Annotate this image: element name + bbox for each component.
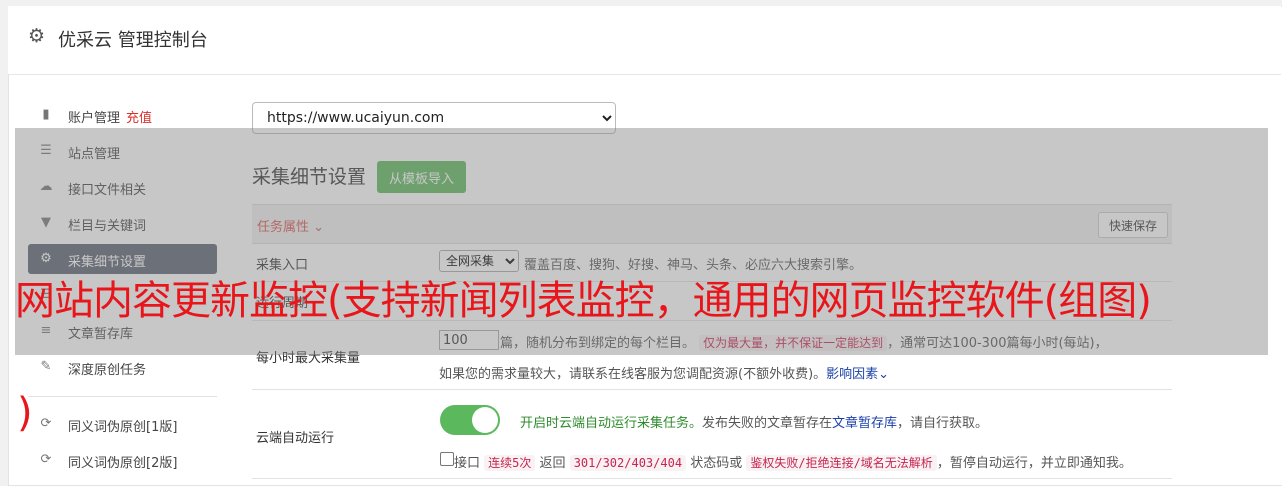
pause-notify-text: 接口 连续5次 返回 301/302/403/404 状态码或 鉴权失败/拒绝连… xyxy=(454,452,1132,471)
cloud-auto-run-toggle[interactable] xyxy=(440,405,500,435)
returns-text: 返回 xyxy=(539,456,566,471)
row-divider xyxy=(252,389,1172,390)
cloud-auto-run-desc: 开启时云端自动运行采集任务。发布失败的文章暂存在文章暂存库，请自行获取。 xyxy=(520,412,988,431)
watermark-text-line2: ) xyxy=(17,390,33,436)
pause-notify-desc: ，暂停自动运行，并立即通知我。 xyxy=(936,456,1132,471)
contact-support-desc: 如果您的需求量较大，请联系在线客服为您调配资源(不额外收费)。 xyxy=(439,367,827,382)
failed-articles-text: 发布失败的文章暂存在 xyxy=(702,416,833,431)
impact-factors-link[interactable]: 影响因素 xyxy=(826,367,878,382)
sidebar-item-label: 账户管理 xyxy=(68,111,121,126)
chevron-down-icon: ⌄ xyxy=(878,367,890,382)
interface-text: 接口 xyxy=(454,456,481,471)
sidebar-item-label: 同义词伪原创[1版] xyxy=(68,420,178,435)
contact-support-text: 如果您的需求量较大，请联系在线客服为您调配资源(不额外收费)。影响因素⌄ xyxy=(439,363,889,382)
sidebar-item-synonym-v2[interactable]: ⟳ 同义词伪原创[2版] xyxy=(28,445,217,475)
sidebar-item-label: 同义词伪原创[2版] xyxy=(68,456,178,471)
refresh-icon: ⟳ xyxy=(40,416,52,431)
fetch-self-text: ，请自行获取。 xyxy=(897,416,989,431)
sidebar-item-label: 深度原创任务 xyxy=(68,363,147,378)
auth-fail-code: 鉴权失败/拒绝连接/域名无法解析 xyxy=(746,455,937,471)
sidebar-divider xyxy=(28,396,217,397)
cloud-auto-run-label: 云端自动运行 xyxy=(256,431,335,446)
gear-icon: ⚙ xyxy=(28,25,46,47)
sidebar-item-deep-original[interactable]: ✎ 深度原创任务 xyxy=(28,352,217,382)
recharge-link[interactable]: 充值 xyxy=(126,111,152,126)
status-code-list: 301/302/403/404 xyxy=(569,455,687,471)
toggle-knob xyxy=(472,407,498,433)
watermark-text: 网站内容更新监控(支持新闻列表监控，通用的网页监控软件(组图) xyxy=(15,278,1152,324)
console-header: ⚙ 优采云 管理控制台 xyxy=(8,6,1281,75)
status-code-or: 状态码或 xyxy=(690,456,743,471)
sidebar-item-account[interactable]: ▮ 账户管理 充值 xyxy=(28,100,217,130)
pause-notify-checkbox[interactable] xyxy=(440,452,454,466)
bar-chart-icon: ▮ xyxy=(42,107,50,122)
edit-icon: ✎ xyxy=(40,359,52,374)
console-title: 优采云 管理控制台 xyxy=(58,30,208,51)
article-storage-link[interactable]: 文章暂存库 xyxy=(832,416,897,431)
refresh-icon: ⟳ xyxy=(40,452,52,467)
sidebar-item-synonym-v1[interactable]: ⟳ 同义词伪原创[1版] xyxy=(28,409,217,439)
row-divider xyxy=(252,478,1172,479)
enable-text: 开启时云端自动运行采集任务。 xyxy=(520,416,703,431)
consecutive-code: 连续5次 xyxy=(484,455,536,471)
